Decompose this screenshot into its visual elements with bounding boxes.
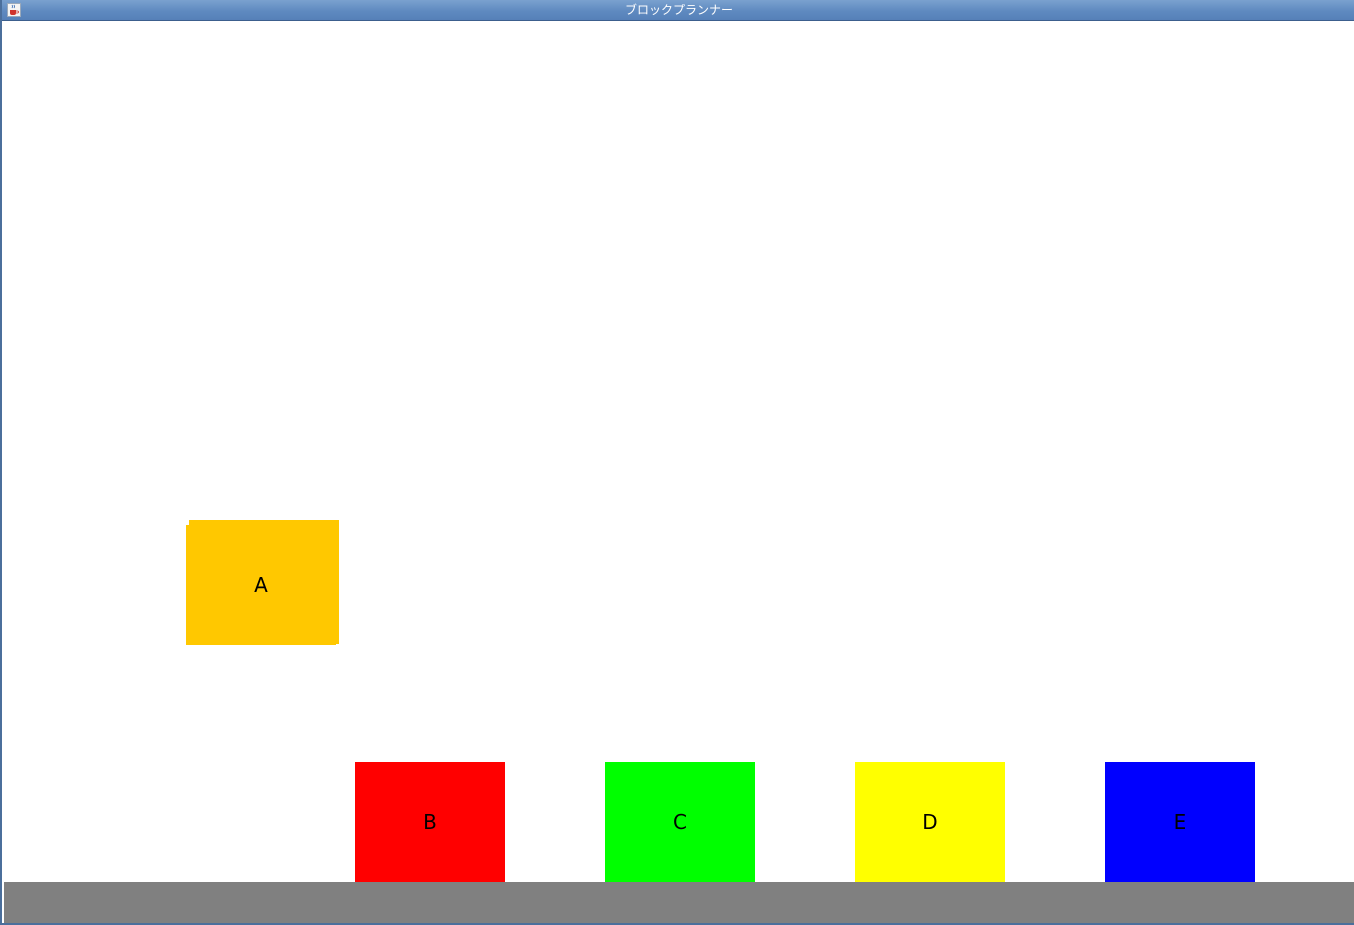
block-c-label: C <box>673 810 687 834</box>
block-e[interactable]: E <box>1105 762 1255 882</box>
planner-canvas[interactable]: A B C D E <box>4 21 1354 923</box>
block-d-label: D <box>922 810 938 834</box>
app-window: ブロックプランナー A B C D E <box>0 0 1354 925</box>
block-c[interactable]: C <box>605 762 755 882</box>
window-title: ブロックプランナー <box>624 3 733 17</box>
block-d[interactable]: D <box>855 762 1005 882</box>
block-a[interactable]: A <box>186 525 336 645</box>
block-e-label: E <box>1173 810 1187 834</box>
block-b[interactable]: B <box>355 762 505 882</box>
floor <box>4 882 1354 923</box>
title-bar[interactable]: ブロックプランナー <box>2 0 1354 21</box>
block-b-label: B <box>423 810 437 834</box>
block-a-label: A <box>254 573 268 597</box>
